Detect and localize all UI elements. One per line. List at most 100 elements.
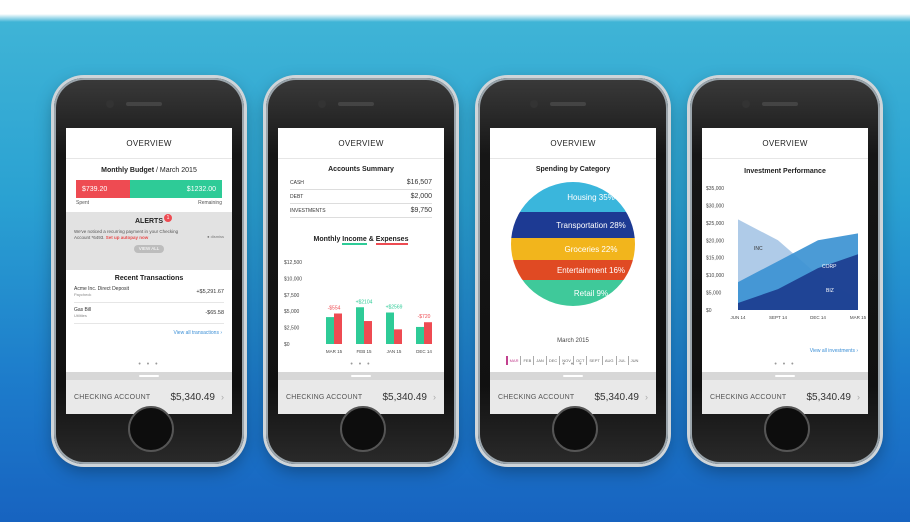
- earpiece: [550, 102, 586, 106]
- spending-title: Spending by Category: [535, 166, 611, 173]
- camera-icon: [106, 100, 114, 108]
- spent-label: Spent: [76, 200, 90, 206]
- expenses-legend: Expenses: [375, 236, 409, 245]
- account-row[interactable]: INVESTMENTS $9,750: [290, 204, 432, 218]
- checking-amount: $5,340.49: [170, 391, 216, 403]
- checking-label: CHECKING ACCOUNT: [710, 393, 787, 401]
- budget-bar[interactable]: $739.20 $1232.00: [76, 180, 222, 198]
- title-part: &: [368, 236, 374, 243]
- chevron-right-icon: ›: [645, 392, 648, 402]
- transaction-row[interactable]: Acme Inc. Direct Deposit Paycheck +$5,291…: [74, 282, 224, 303]
- income-legend: Income: [342, 236, 367, 245]
- net-label: +$2569: [386, 305, 403, 311]
- y-tick-label: $5,000: [284, 309, 300, 315]
- expense-bar: [424, 322, 432, 344]
- x-tick-label: JAN 15: [387, 349, 402, 354]
- income-expenses-title: Monthly Income & Expenses: [278, 236, 444, 245]
- chevron-right-icon: ›: [857, 392, 860, 402]
- category-label: Transportation 28%: [556, 221, 626, 230]
- transaction-name: Gas Bill Utilities: [74, 307, 92, 318]
- income-bar: [356, 307, 364, 344]
- camera-icon: [530, 100, 538, 108]
- phone-overview-budget: OVERVIEW Monthly Budget / March 2015 $73…: [54, 78, 244, 464]
- dismiss-button[interactable]: ● dismiss: [207, 234, 224, 239]
- home-button[interactable]: [128, 406, 174, 452]
- chevron-right-icon: ›: [221, 392, 224, 402]
- view-all-transactions-link[interactable]: View all transactions ›: [66, 330, 222, 336]
- account-name: CASH: [290, 179, 304, 186]
- spending-chart: Housing 35% Transportation 28% Groceries 2…: [511, 182, 635, 306]
- series-label: BIZ: [826, 288, 834, 294]
- category-label: Entertainment 16%: [557, 266, 625, 275]
- expense-bar: [364, 321, 372, 344]
- income-bar: [326, 317, 334, 344]
- page-indicator: • • •: [562, 361, 584, 368]
- period-label: March 2015: [557, 338, 589, 344]
- recent-transactions-title: Recent Transactions: [114, 275, 184, 282]
- drawer-handle[interactable]: [702, 372, 868, 380]
- screen: OVERVIEW Spending by Category Housing 35…: [490, 128, 656, 414]
- remaining-label: Remaining: [198, 200, 222, 206]
- account-value: $2,000: [410, 193, 432, 200]
- screen: OVERVIEW Monthly Budget / March 2015 $73…: [66, 128, 232, 414]
- page-title: OVERVIEW: [490, 128, 656, 159]
- checking-amount: $5,340.49: [594, 391, 640, 403]
- account-row[interactable]: CASH $16,507: [290, 176, 432, 190]
- investment-chart: $35,000 $30,000 $25,000 $20,000 $15,000 $10,0…: [706, 186, 867, 320]
- y-tick-label: $12,500: [284, 260, 302, 266]
- page-title: OVERVIEW: [278, 128, 444, 159]
- y-tick-label: $0: [706, 308, 712, 314]
- alert-message: We've noticed a recurring payment in you…: [74, 229, 194, 241]
- account-row[interactable]: DEBT $2,000: [290, 190, 432, 204]
- drawer-handle[interactable]: [278, 372, 444, 380]
- checking-amount: $5,340.49: [806, 391, 852, 403]
- view-all-investments-link[interactable]: View all investments ›: [810, 348, 858, 354]
- category-label: Housing 35%: [567, 193, 615, 202]
- income-bar: [386, 312, 394, 344]
- net-label: +$2104: [356, 299, 373, 305]
- income-expenses-chart: $12,500 $10,000 $7,500 $5,000 $2,500 $0 -$554 M…: [284, 260, 432, 354]
- series-label: INC: [754, 246, 763, 252]
- transaction-sub: Paycheck: [74, 292, 92, 297]
- setup-autopay-link[interactable]: Set up autopay now: [106, 235, 149, 240]
- transaction-row[interactable]: Gas Bill Utilities -$65.58: [74, 303, 224, 324]
- y-tick-label: $35,000: [706, 186, 724, 192]
- category-label: Groceries 22%: [565, 245, 618, 254]
- screen: OVERVIEW Accounts Summary CASH $16,507 DE…: [278, 128, 444, 414]
- page-indicator: • • •: [350, 361, 372, 368]
- budget-remaining-value: $1232.00: [130, 180, 222, 198]
- home-button[interactable]: [340, 406, 386, 452]
- category-label: Retail 9%: [574, 289, 608, 298]
- y-tick-label: $15,000: [706, 256, 724, 262]
- checking-label: CHECKING ACCOUNT: [498, 393, 575, 401]
- x-tick-label: DEC 14: [810, 315, 826, 320]
- home-button[interactable]: [764, 406, 810, 452]
- dismiss-label: dismiss: [210, 234, 224, 239]
- transaction-name: Acme Inc. Direct Deposit Paycheck: [74, 286, 130, 297]
- earpiece: [126, 102, 162, 106]
- home-button[interactable]: [552, 406, 598, 452]
- checking-amount: $5,340.49: [382, 391, 428, 403]
- x-tick-label: JUN 14: [730, 315, 746, 320]
- screen: OVERVIEW Investment Performance $35,000 $…: [702, 128, 868, 414]
- y-tick-label: $0: [284, 342, 290, 348]
- camera-icon: [318, 100, 326, 108]
- budget-month: / March 2015: [155, 167, 197, 174]
- net-label: -$554: [328, 305, 341, 311]
- drawer-handle[interactable]: [490, 372, 656, 380]
- y-tick-label: $20,000: [706, 238, 724, 244]
- phone-overview-spending: OVERVIEW Spending by Category Housing 35…: [478, 78, 668, 464]
- budget-spent-value: $739.20: [76, 180, 130, 198]
- phone-overview-investments: OVERVIEW Investment Performance $35,000 $…: [690, 78, 880, 464]
- y-tick-label: $2,500: [284, 326, 300, 332]
- checking-label: CHECKING ACCOUNT: [286, 393, 363, 401]
- y-tick-label: $5,000: [706, 291, 722, 297]
- budget-captions: Spent Remaining: [76, 200, 222, 206]
- drawer-handle[interactable]: [66, 372, 232, 380]
- budget-title: Monthly Budget / March 2015: [66, 167, 232, 174]
- alerts-title: ALERTS: [135, 218, 163, 225]
- y-tick-label: $7,500: [284, 293, 300, 299]
- view-all-button[interactable]: VIEW ALL: [134, 245, 164, 253]
- earpiece: [762, 102, 798, 106]
- page-indicator: • • •: [774, 361, 796, 368]
